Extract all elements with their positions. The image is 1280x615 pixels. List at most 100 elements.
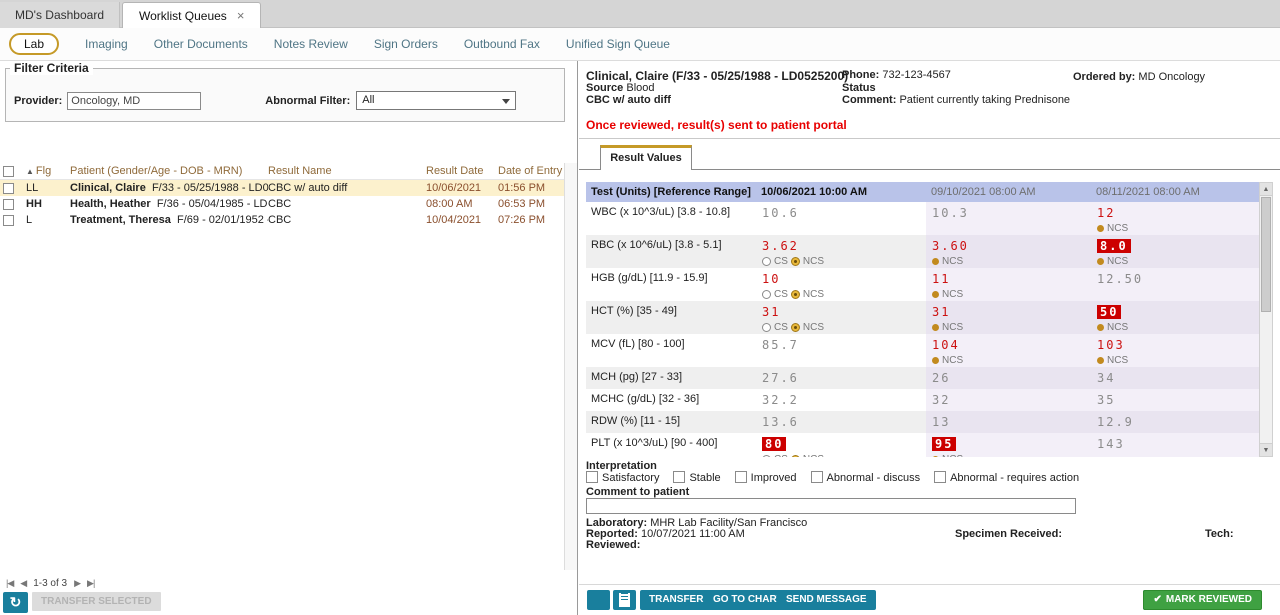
result-value-cell: 31NCS bbox=[926, 301, 1091, 334]
result-value: 95 bbox=[932, 437, 956, 451]
result-value: 85.7 bbox=[762, 338, 799, 352]
comment-to-patient-input[interactable] bbox=[586, 498, 1076, 514]
ncs-radio[interactable] bbox=[791, 323, 800, 332]
select-all-checkbox[interactable] bbox=[3, 166, 14, 177]
checkbox-icon[interactable] bbox=[934, 471, 946, 483]
date-of-entry-cell: 06:53 PM bbox=[498, 198, 564, 210]
result-value-cell: 3.62CSNCS bbox=[756, 235, 926, 268]
scroll-up-icon[interactable]: ▲ bbox=[1260, 183, 1272, 196]
scrollbar-thumb[interactable] bbox=[1261, 197, 1271, 312]
nav-tab-outbound-fax[interactable]: Outbound Fax bbox=[464, 37, 540, 51]
portal-notice: Once reviewed, result(s) sent to patient… bbox=[586, 118, 847, 132]
last-page-button[interactable]: ▶| bbox=[87, 578, 94, 589]
interpretation-option-satisfactory[interactable]: Satisfactory bbox=[586, 471, 659, 484]
checkbox-icon[interactable] bbox=[735, 471, 747, 483]
column-header-current-date: 10/06/2021 10:00 AM bbox=[756, 186, 926, 198]
test-name: RBC (x 10^6/uL) [3.8 - 5.1] bbox=[586, 235, 756, 268]
column-header-result-date[interactable]: Result Date bbox=[426, 165, 498, 177]
first-page-button[interactable]: |◀ bbox=[6, 578, 13, 589]
row-checkbox[interactable] bbox=[3, 183, 14, 194]
checkbox-icon[interactable] bbox=[586, 471, 598, 483]
tab-result-values[interactable]: Result Values bbox=[600, 145, 692, 170]
cs-radio[interactable] bbox=[762, 257, 771, 266]
ncs-dot-icon bbox=[932, 324, 939, 331]
result-value-cell: 50NCS bbox=[1091, 301, 1262, 334]
nav-tab-unified-sign-queue[interactable]: Unified Sign Queue bbox=[566, 37, 670, 51]
provider-label: Provider: bbox=[14, 95, 62, 107]
tab-md-dashboard[interactable]: MD's Dashboard bbox=[0, 2, 120, 28]
patient-phone: Phone: 732-123-4567 bbox=[842, 69, 951, 81]
result-value-cell: 12.50 bbox=[1091, 268, 1262, 301]
nav-tab-imaging[interactable]: Imaging bbox=[85, 37, 128, 51]
result-value: 3.60 bbox=[932, 239, 969, 253]
source-label: Source bbox=[586, 82, 623, 94]
nav-tab-notes-review[interactable]: Notes Review bbox=[274, 37, 348, 51]
print-button[interactable] bbox=[587, 590, 610, 610]
result-value-cell: 11NCS bbox=[926, 268, 1091, 301]
test-name: MCHC (g/dL) [32 - 36] bbox=[586, 389, 756, 411]
ncs-dot-icon bbox=[1097, 324, 1104, 331]
worklist-scrollbar[interactable] bbox=[564, 163, 577, 570]
interpretation-option-abnormal-requires-action[interactable]: Abnormal - requires action bbox=[934, 471, 1079, 484]
scroll-down-icon[interactable]: ▼ bbox=[1260, 443, 1272, 456]
send-message-button[interactable]: SEND MESSAGE bbox=[777, 590, 876, 610]
next-page-button[interactable]: ▶ bbox=[74, 578, 80, 589]
worklist-row[interactable]: LL Clinical, Claire F/33 - 05/25/1988 - … bbox=[0, 180, 564, 196]
mark-reviewed-button[interactable]: ✔MARK REVIEWED bbox=[1143, 590, 1262, 610]
checkbox-icon[interactable] bbox=[673, 471, 685, 483]
column-header-patient[interactable]: Patient (Gender/Age - DOB - MRN) bbox=[70, 165, 268, 177]
abnormal-filter-select[interactable]: All bbox=[356, 91, 516, 110]
comment-value: Patient currently taking Prednisone bbox=[899, 94, 1070, 106]
column-header-result-name[interactable]: Result Name bbox=[268, 165, 426, 177]
result-row: MCV (fL) [80 - 100]85.7104NCS103NCS bbox=[586, 334, 1262, 367]
result-row: HCT (%) [35 - 49]31CSNCS31NCS50NCS bbox=[586, 301, 1262, 334]
refresh-button[interactable]: ↻ bbox=[3, 592, 28, 613]
ncs-radio[interactable] bbox=[791, 290, 800, 299]
ncs-dot-icon bbox=[1097, 357, 1104, 364]
row-checkbox[interactable] bbox=[3, 199, 14, 210]
result-name-cell: CBC bbox=[268, 214, 426, 226]
result-value-cell: 143 bbox=[1091, 433, 1262, 457]
checkbox-icon[interactable] bbox=[811, 471, 823, 483]
prev-page-button[interactable]: ◀ bbox=[20, 578, 26, 589]
column-header-date-of-entry[interactable]: Date of Entry bbox=[498, 165, 564, 177]
nav-tab-lab[interactable]: Lab bbox=[9, 33, 59, 55]
result-date-cell: 08:00 AM bbox=[426, 198, 498, 210]
provider-input[interactable] bbox=[67, 92, 201, 110]
divider bbox=[579, 138, 1280, 139]
ncs-radio[interactable] bbox=[791, 455, 800, 457]
cs-radio[interactable] bbox=[762, 323, 771, 332]
result-value: 3.62 bbox=[762, 239, 799, 253]
row-checkbox[interactable] bbox=[3, 215, 14, 226]
mark-reviewed-label: MARK REVIEWED bbox=[1166, 594, 1252, 605]
interpretation-option-improved[interactable]: Improved bbox=[735, 471, 797, 484]
cs-radio[interactable] bbox=[762, 455, 771, 457]
tab-label: Worklist Queues bbox=[139, 9, 227, 23]
phone-value: 732-123-4567 bbox=[882, 69, 951, 81]
interpretation-option-stable[interactable]: Stable bbox=[673, 471, 720, 484]
worklist-row[interactable]: HH Health, Heather F/36 - 05/04/1985 - L… bbox=[0, 196, 564, 212]
result-row: WBC (x 10^3/uL) [3.8 - 10.8]10.610.312NC… bbox=[586, 202, 1262, 235]
nav-tab-sign-orders[interactable]: Sign Orders bbox=[374, 37, 438, 51]
column-header-test: Test (Units) [Reference Range] bbox=[586, 186, 756, 198]
transfer-selected-button[interactable]: TRANSFER SELECTED bbox=[32, 592, 161, 611]
worklist-row[interactable]: L Treatment, Theresa F/69 - 02/01/1952 -… bbox=[0, 212, 564, 228]
result-name-cell: CBC w/ auto diff bbox=[268, 182, 426, 194]
result-value-cell: 10.3 bbox=[926, 202, 1091, 235]
result-detail-panel: Clinical, Claire (F/33 - 05/25/1988 - LD… bbox=[579, 61, 1280, 615]
result-value-cell: 31CSNCS bbox=[756, 301, 926, 334]
interpretation-option-abnormal-discuss[interactable]: Abnormal - discuss bbox=[811, 471, 921, 484]
result-row: HGB (g/dL) [11.9 - 15.9]10CSNCS11NCS12.5… bbox=[586, 268, 1262, 301]
ncs-radio[interactable] bbox=[791, 257, 800, 266]
tab-worklist-queues[interactable]: Worklist Queues × bbox=[122, 2, 261, 28]
nav-tab-other-documents[interactable]: Other Documents bbox=[154, 37, 248, 51]
patient-cell: Treatment, Theresa F/69 - 02/01/1952 - .… bbox=[70, 214, 268, 226]
column-header-prior-date-1: 09/10/2021 08:00 AM bbox=[926, 186, 1091, 198]
cs-radio[interactable] bbox=[762, 290, 771, 299]
ncs-dot-icon bbox=[1097, 225, 1104, 232]
result-value: 10.6 bbox=[762, 206, 799, 220]
report-view-button[interactable] bbox=[613, 590, 636, 610]
column-header-flg[interactable]: ▲Flg bbox=[26, 165, 70, 177]
results-scrollbar[interactable]: ▲ ▼ bbox=[1259, 182, 1273, 457]
close-icon[interactable]: × bbox=[237, 8, 245, 23]
